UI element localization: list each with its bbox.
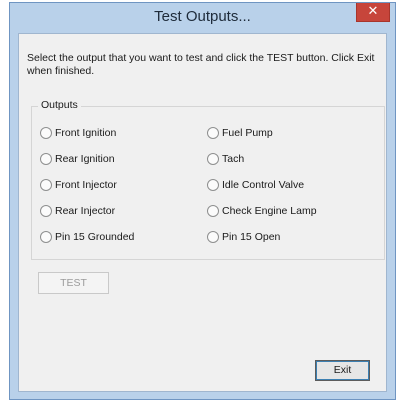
close-button[interactable]: ✕ [356,3,390,22]
radio-front-ignition[interactable]: Front Ignition [40,126,116,140]
radio-circle-icon [40,205,52,217]
radio-circle-icon [207,205,219,217]
radio-front-injector[interactable]: Front Injector [40,178,117,192]
dialog-body: Select the output that you want to test … [18,33,387,392]
radio-pin-15-open[interactable]: Pin 15 Open [207,230,280,244]
radio-circle-icon [40,231,52,243]
radio-circle-icon [207,153,219,165]
test-button[interactable]: TEST [38,272,109,294]
radio-label: Rear Injector [55,205,116,217]
outputs-group: Outputs Front Ignition Rear Ignition Fro… [31,99,385,260]
radio-circle-icon [207,231,219,243]
radio-pin-15-grounded[interactable]: Pin 15 Grounded [40,230,134,244]
radio-fuel-pump[interactable]: Fuel Pump [207,126,273,140]
radio-circle-icon [40,153,52,165]
outputs-group-label: Outputs [38,99,81,111]
radio-label: Fuel Pump [222,127,273,139]
radio-circle-icon [207,127,219,139]
radio-check-engine-lamp[interactable]: Check Engine Lamp [207,204,317,218]
radio-label: Pin 15 Grounded [55,231,135,243]
radio-label: Tach [222,153,245,165]
title-bar[interactable]: Test Outputs... ✕ [10,3,395,33]
radio-circle-icon [40,127,52,139]
radio-label: Check Engine Lamp [222,205,317,217]
radio-circle-icon [207,179,219,191]
radio-label: Idle Control Valve [222,179,305,191]
window-title: Test Outputs... [154,8,251,25]
radio-label: Pin 15 Open [222,231,281,243]
radio-rear-ignition[interactable]: Rear Ignition [40,152,115,166]
radio-label: Front Ignition [55,127,117,139]
close-icon: ✕ [367,4,379,19]
radio-tach[interactable]: Tach [207,152,244,166]
exit-button[interactable]: Exit [315,360,370,381]
radio-rear-injector[interactable]: Rear Injector [40,204,115,218]
instructions-text: Select the output that you want to test … [27,52,375,77]
radio-label: Front Injector [55,179,117,191]
dialog-window: Test Outputs... ✕ Select the output that… [9,2,396,400]
radio-label: Rear Ignition [55,153,115,165]
radio-circle-icon [40,179,52,191]
radio-idle-control-valve[interactable]: Idle Control Valve [207,178,304,192]
